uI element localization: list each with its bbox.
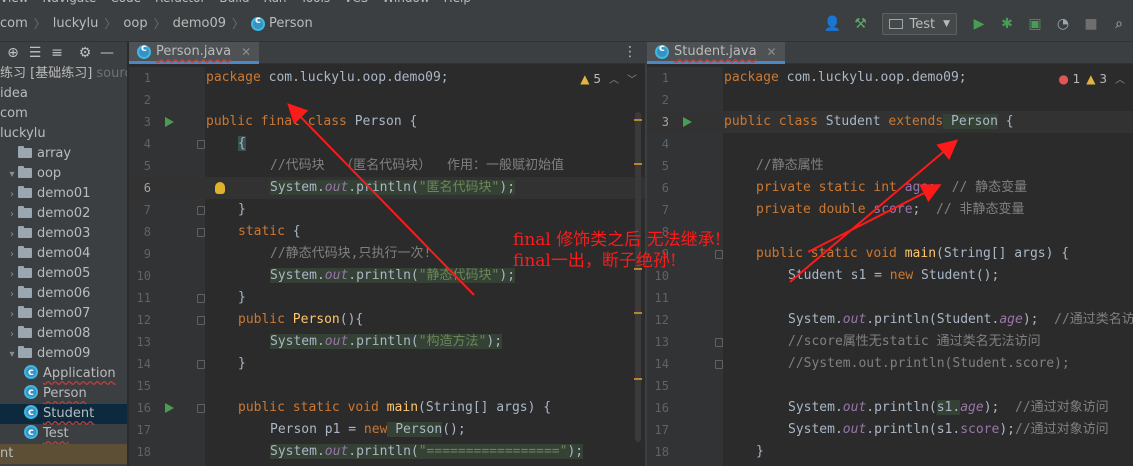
arrow-to-final-keyword: [287, 103, 475, 296]
arrow-to-age-field: [807, 184, 942, 253]
annotation-arrows: [287, 103, 959, 296]
arrow-to-person-superclass: [789, 139, 959, 283]
